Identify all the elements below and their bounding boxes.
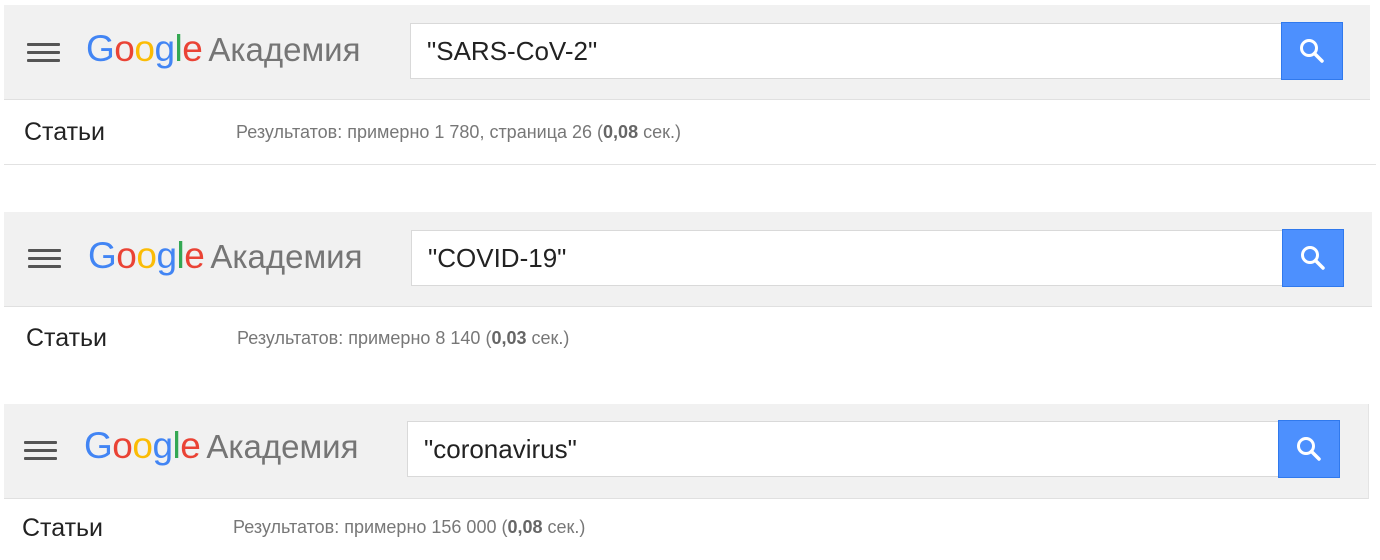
logo-letter: g (154, 28, 175, 69)
google-scholar-logo[interactable]: Google Академия (88, 236, 362, 277)
search-input[interactable] (408, 422, 1278, 476)
stats-time: 0,03 (491, 328, 527, 348)
scholar-panel-1: GoogleАкадемия Статьи Результатов: приме… (0, 0, 1380, 170)
search-icon (1297, 437, 1321, 461)
logo-letter: g (152, 425, 173, 466)
logo-letter: e (180, 425, 201, 466)
search-input[interactable] (411, 24, 1281, 78)
search-box (411, 230, 1282, 286)
logo-product-name: Академия (206, 428, 359, 465)
logo-letter: G (88, 235, 117, 276)
logo-letter: o (114, 28, 135, 69)
results-stats: Результатов: примерно 1 780, страница 26… (236, 122, 681, 143)
scholar-panel-3: GoogleАкадемия Статьи Результатов: приме… (0, 400, 1380, 560)
search-icon (1300, 39, 1324, 63)
search-box (407, 421, 1278, 477)
hamburger-menu-icon[interactable] (28, 247, 61, 269)
divider (4, 164, 1376, 165)
search-button[interactable] (1281, 22, 1343, 80)
results-stats: Результатов: примерно 8 140 (0,03 сек.) (237, 328, 569, 349)
logo-letter: o (136, 235, 157, 276)
header-bar: Google Академия (4, 5, 1370, 100)
search-input[interactable] (412, 231, 1282, 285)
header-bar: Google Академия (4, 212, 1372, 307)
search-box (410, 23, 1281, 79)
logo-product-name: Академия (210, 238, 363, 275)
logo-letter: G (84, 425, 113, 466)
logo-letter: e (182, 28, 203, 69)
scholar-panel-2: GoogleАкадемия Статьи Результатов: приме… (0, 210, 1380, 380)
articles-link[interactable]: Статьи (26, 324, 107, 353)
stats-time: 0,08 (603, 122, 639, 142)
logo-letter: o (116, 235, 137, 276)
hamburger-menu-icon[interactable] (27, 41, 60, 63)
logo-letter: G (86, 28, 115, 69)
hamburger-menu-icon[interactable] (24, 439, 57, 461)
articles-link[interactable]: Статьи (24, 118, 105, 147)
logo-product-name: Академия (208, 31, 361, 68)
stats-suffix: сек.) (526, 328, 570, 348)
logo-letter: e (184, 235, 205, 276)
search-icon (1301, 246, 1325, 270)
stats-prefix: Результатов: примерно 156 000 ( (233, 517, 508, 537)
stats-prefix: Результатов: примерно 8 140 ( (237, 328, 492, 348)
stats-suffix: сек.) (542, 517, 586, 537)
articles-link[interactable]: Статьи (22, 514, 103, 543)
stats-suffix: сек.) (638, 122, 681, 142)
google-scholar-logo[interactable]: Google Академия (84, 426, 358, 467)
search-button[interactable] (1278, 420, 1340, 478)
logo-letter: o (112, 425, 133, 466)
stats-prefix: Результатов: примерно 1 780, страница 26… (236, 122, 604, 142)
stats-time: 0,08 (507, 517, 543, 537)
google-scholar-logo[interactable]: Google Академия (86, 29, 360, 70)
logo-letter: o (134, 28, 155, 69)
logo-letter: g (156, 235, 177, 276)
results-stats: Результатов: примерно 156 000 (0,08 сек.… (233, 517, 585, 538)
search-button[interactable] (1282, 229, 1344, 287)
logo-letter: o (132, 425, 153, 466)
header-bar: Google Академия (4, 404, 1369, 499)
